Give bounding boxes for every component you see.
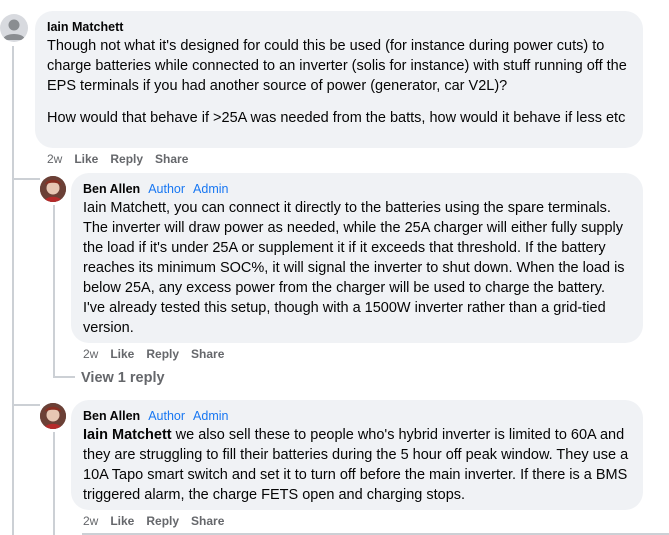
admin-badge: Admin — [193, 409, 229, 423]
reply-button[interactable]: Reply — [110, 152, 143, 166]
comment-bubble: Ben Allen Author Admin Iain Matchett, you … — [71, 173, 643, 343]
thread-line — [53, 205, 55, 377]
thread-line — [12, 46, 14, 535]
thread-line — [53, 432, 55, 535]
thread-line — [53, 376, 75, 378]
share-button[interactable]: Share — [191, 514, 224, 528]
default-profile-icon — [3, 19, 25, 40]
thread-line — [12, 178, 40, 180]
comment-author[interactable]: Ben Allen — [83, 182, 140, 196]
avatar[interactable] — [0, 14, 28, 42]
like-button[interactable]: Like — [74, 152, 98, 166]
author-badge: Author — [148, 409, 186, 423]
comment-text: Though not what it's designed for could … — [47, 38, 627, 94]
comment-author[interactable]: Iain Matchett — [47, 19, 631, 35]
reply-button[interactable]: Reply — [146, 347, 179, 361]
author-badge: Author — [148, 182, 186, 196]
comment-actions: 2w Like Reply Share — [83, 514, 224, 528]
comment-bubble: Iain Matchett Though not what it's desig… — [35, 11, 643, 148]
profile-photo-icon — [40, 176, 66, 202]
share-button[interactable]: Share — [155, 152, 188, 166]
mention-link[interactable]: Iain Matchett — [83, 427, 172, 443]
admin-badge: Admin — [193, 182, 229, 196]
share-button[interactable]: Share — [191, 347, 224, 361]
like-button[interactable]: Like — [110, 347, 134, 361]
comment-timestamp[interactable]: 2w — [47, 152, 62, 166]
thread-line — [12, 404, 40, 406]
comment-timestamp[interactable]: 2w — [83, 347, 98, 361]
profile-photo-icon — [40, 403, 66, 429]
avatar[interactable] — [40, 403, 66, 429]
comment-author[interactable]: Ben Allen — [83, 409, 140, 423]
comment-timestamp[interactable]: 2w — [83, 514, 98, 528]
comment-text: How would that behave if >25A was needed… — [47, 110, 626, 126]
view-replies-link[interactable]: View 1 reply — [81, 370, 165, 386]
comment-actions: 2w Like Reply Share — [83, 347, 224, 361]
comment-actions: 2w Like Reply Share — [47, 152, 188, 166]
comment-text: Iain Matchett, you can connect it direct… — [83, 200, 625, 336]
reply-button[interactable]: Reply — [146, 514, 179, 528]
comment-text: Iain Matchett we also sell these to peop… — [83, 425, 631, 505]
like-button[interactable]: Like — [110, 514, 134, 528]
avatar[interactable] — [40, 176, 66, 202]
comment-bubble: Ben Allen Author Admin Iain Matchett we al… — [71, 400, 643, 510]
